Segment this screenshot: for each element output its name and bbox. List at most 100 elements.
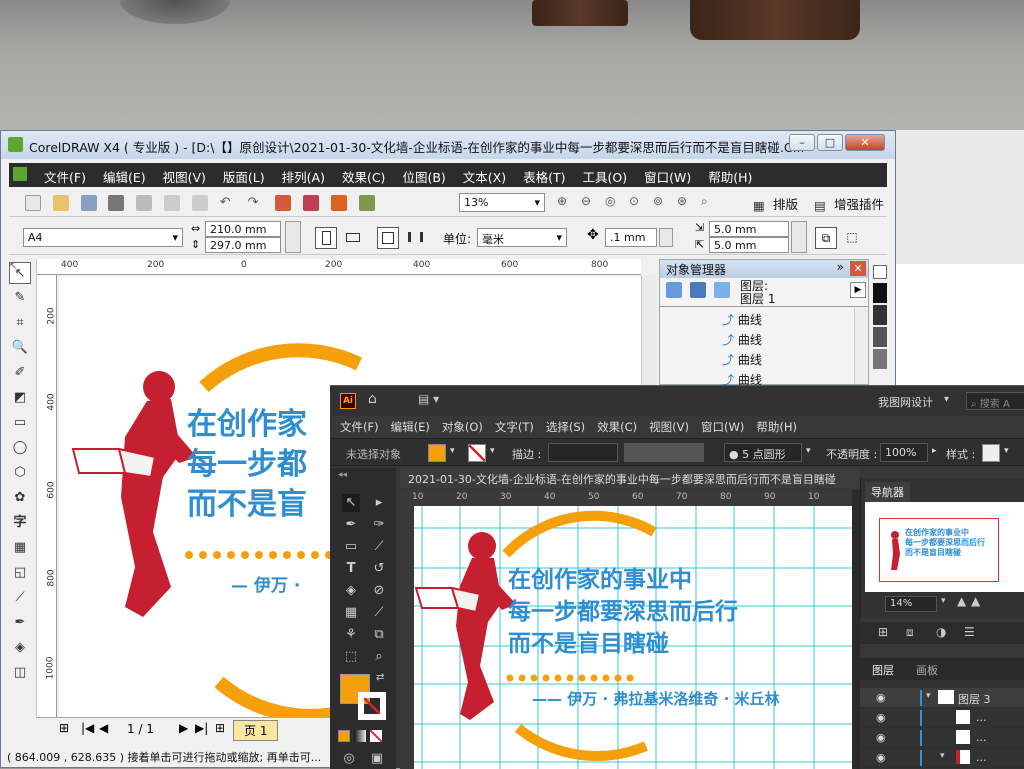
height-field[interactable]: 297.0 mm [205,237,281,253]
plugin-button[interactable]: 增强插件 [834,197,884,212]
treat-as-filled-button[interactable]: ⬚ [841,227,863,249]
table-tool-icon[interactable]: ▦ [9,537,31,559]
expand-layer-icon[interactable]: ▾ [940,751,945,761]
welcome-icon[interactable] [358,195,375,211]
add-page-after-icon[interactable]: ⊞ [215,721,225,735]
appearance-icon[interactable]: ☰ [964,625,975,639]
add-page-before-icon[interactable]: ⊞ [59,721,69,735]
maximize-button[interactable]: □ [817,134,843,151]
export-icon[interactable] [303,195,320,211]
basic-shapes-icon[interactable]: ✿ [9,487,31,509]
layer-row[interactable]: ◉ ... [860,708,1024,728]
eyedropper-tool-icon[interactable]: ⟋ [370,604,388,622]
paintbrush-tool-icon[interactable]: ⟋ [370,538,388,556]
curvature-tool-icon[interactable]: ✑ [370,516,388,534]
draw-mode-icon[interactable]: ◎ [340,750,358,768]
open-icon[interactable] [52,195,69,211]
layout-button[interactable]: 排版 [773,197,798,212]
rectangle-tool-icon[interactable]: ▭ [9,412,31,434]
menu-bitmaps[interactable]: 位图(B) [393,163,453,186]
ai-menu-help[interactable]: 帮助(H) [750,419,803,435]
opacity-field[interactable]: 100% [880,443,928,462]
object-item[interactable]: ⤴ 曲线 [722,330,762,350]
visibility-eye-icon[interactable]: ◉ [876,751,886,764]
color-swatch[interactable] [873,327,887,347]
size-spinner[interactable] [285,221,301,253]
artboards-tab[interactable]: 画板 [916,662,938,678]
sublayer-name[interactable]: ... [976,731,987,744]
last-page-icon[interactable]: ▶| [195,721,208,735]
document-tab[interactable]: 2021-01-30-文化墙-企业标语-在创作家的事业中每一步都要深思而后行而不… [400,468,860,488]
dimension-tool-icon[interactable]: ◱ [9,562,31,584]
symbol-tool-icon[interactable]: ⧉ [370,626,388,644]
ai-menu-edit[interactable]: 编辑(E) [385,419,436,435]
menu-arrange[interactable]: 排列(A) [273,163,333,186]
next-page-icon[interactable]: ▶ [179,721,188,735]
no-color-swatch[interactable] [873,265,887,279]
zoom-height-icon[interactable]: ⌕ [701,194,717,210]
cut-icon[interactable] [136,195,153,211]
home-icon[interactable]: ⌂ [368,391,377,407]
zoom-in-icon[interactable]: ⊕ [557,194,573,210]
style-swatch[interactable] [982,444,1000,462]
portrait-button[interactable] [315,227,337,249]
navigator-tab[interactable]: 导航器 [865,482,910,502]
menu-effects[interactable]: 效果(C) [333,163,393,186]
duplicate-x-field[interactable]: 5.0 mm [709,221,789,237]
first-page-icon[interactable]: |◀ [81,721,94,735]
direct-selection-tool-icon[interactable]: ▸ [370,494,388,512]
swap-colors-icon[interactable]: ⇄ [376,672,384,683]
current-page-button[interactable] [405,227,427,249]
ai-menu-select[interactable]: 选择(S) [540,419,591,435]
show-properties-icon[interactable] [666,282,682,298]
sublayer-name[interactable]: ... [976,751,987,764]
minimize-button[interactable]: – [789,134,815,151]
fill-tool-icon[interactable]: ◈ [9,637,31,659]
zoom-selected-icon[interactable]: ◎ [605,194,621,210]
color-swatch[interactable] [873,283,887,303]
layer-manager-view-icon[interactable] [713,282,730,298]
stroke-weight-field[interactable] [548,443,618,462]
ai-canvas-scrollbar[interactable] [852,490,860,769]
visibility-eye-icon[interactable]: ◉ [876,711,886,724]
blend-tool-icon[interactable]: ⚘ [342,626,360,644]
type-tool-icon[interactable]: T [342,560,360,578]
ai-menu-type[interactable]: 文字(T) [489,419,540,435]
color-mode-icon[interactable] [338,730,350,742]
expand-layer-icon[interactable]: ▾ [926,691,931,701]
variable-width-profile[interactable] [624,443,704,462]
zoom-tool-icon[interactable]: ⌕ [370,648,388,666]
pathfinder-icon[interactable]: ◑ [936,625,946,639]
eyedropper-icon[interactable]: ⟋ [9,587,31,609]
menu-text[interactable]: 文本(X) [454,163,514,186]
screen-mode-icon[interactable]: ▣ [368,750,386,768]
search-field[interactable]: ⌕ 搜索 A [966,392,1024,410]
docker-scrollbar[interactable] [854,308,868,384]
zoom-out-icon[interactable]: ⊖ [581,194,597,210]
undo-icon[interactable]: ↶ [220,195,236,211]
edit-across-layers-icon[interactable] [689,282,706,298]
layer-row[interactable]: ◉ ... [860,728,1024,748]
workspace-dropdown-icon[interactable]: ▾ [944,394,949,405]
shape-tool-icon[interactable]: ✎ [9,287,31,309]
brush-select[interactable]: ● 5 点圆形 [724,443,802,462]
nav-zoom-in-icon[interactable]: ▲ [971,594,980,608]
ai-menu-object[interactable]: 对象(O) [436,419,489,435]
new-icon[interactable] [25,195,41,211]
zoom-page-icon[interactable]: ⊚ [653,194,669,210]
stroke-dropdown-icon[interactable]: ▾ [490,446,495,456]
zoom-select[interactable]: 13% ▾ [459,193,545,212]
units-button[interactable]: ⧉ [815,227,837,249]
menu-tools[interactable]: 工具(O) [574,163,636,186]
duplicate-spinner[interactable] [791,221,807,253]
style-dropdown-icon[interactable]: ▾ [1004,446,1009,456]
align-icon[interactable]: ⊞ [878,625,888,639]
color-swatch[interactable] [873,349,887,369]
gradient-tool-icon[interactable]: ▦ [342,604,360,622]
copy-icon[interactable] [164,195,181,211]
menu-view[interactable]: 视图(V) [154,163,214,186]
transform-icon[interactable]: ⧈ [906,625,914,640]
menu-help[interactable]: 帮助(H) [699,163,760,186]
navigator-preview[interactable]: 在创作家的事业中 每一步都要深思而后行 而不是盲目瞎碰 [865,502,1024,592]
layer-name[interactable]: 图层 3 [958,691,991,707]
